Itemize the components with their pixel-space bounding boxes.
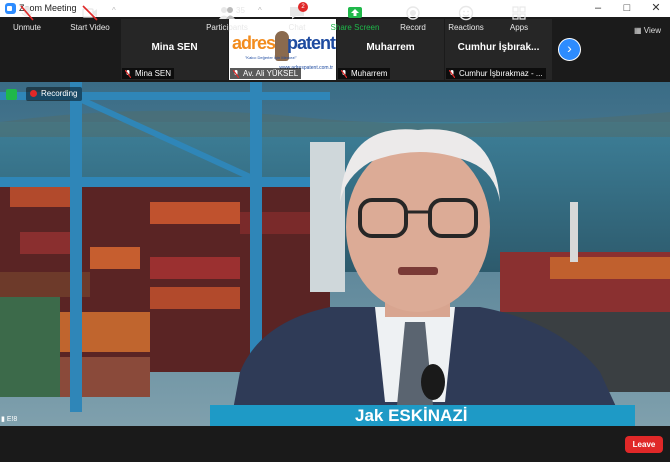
participant-label: Cumhur İşbırakmaz - ... [446,68,546,79]
chat-button[interactable]: Chat [278,3,316,35]
grid-icon: ▦ [634,26,642,35]
share-screen-button[interactable]: Share Screen [328,3,382,35]
participants-count: 35 [236,6,245,15]
video-options-caret[interactable]: ^ [112,6,116,15]
unmute-button[interactable]: Unmute [2,3,52,35]
muted-mic-icon [125,70,131,78]
share-screen-icon [348,7,362,18]
meeting-toolbar [0,426,670,462]
participant-display-name: Mina SEN [151,42,198,53]
muted-mic-icon [20,5,34,21]
reactions-button[interactable]: Reactions [444,3,488,35]
muted-mic-icon [233,70,239,78]
participant-display-name: Cumhur İşbırak... [457,42,540,53]
logo-subtitle: "Kalıcı Değerler İçin Merkez!" [245,55,297,60]
record-dot-icon [30,90,37,97]
participant-label: Mina SEN [122,68,175,79]
muted-mic-icon [341,70,347,78]
logo-word-patent: patent [287,33,336,53]
apps-icon [512,6,526,20]
chat-unread-badge: 2 [298,2,308,12]
speaker-video-frame [0,82,670,426]
apps-button[interactable]: Apps [502,3,536,35]
maximize-button[interactable]: □ [613,0,641,17]
recording-indicator[interactable]: Recording [26,87,83,101]
participant-display-name: Muharrem [366,42,415,53]
active-speaker-video: Recording Jak ESKİNAZİ ▮ E!8 [0,82,670,426]
minimize-button[interactable]: – [584,0,612,17]
speaker-name: Jak ESKİNAZİ [355,406,468,425]
leave-button[interactable]: Leave [625,436,663,453]
record-button[interactable]: Record [394,3,432,35]
logo-word-adres: adres [232,33,276,53]
next-page-button[interactable]: › [558,38,581,61]
participant-label: Av. Ali YÜKSEL [230,68,302,79]
participants-options-caret[interactable]: ^ [258,6,262,15]
participant-label: Muharrem [338,68,391,79]
close-button[interactable]: ✕ [642,0,670,17]
signal-icon: ▮ [1,416,5,423]
video-off-icon [82,5,98,21]
participants-icon [219,7,235,19]
network-label: ▮ E!8 [1,416,18,423]
start-video-button[interactable]: Start Video [64,3,116,35]
view-button[interactable]: ▦ View [634,26,661,35]
smiley-icon [458,5,474,21]
muted-mic-icon [449,70,455,78]
audio-options-caret[interactable]: ^ [47,6,51,15]
record-icon [406,6,420,20]
encryption-shield-icon[interactable] [6,89,17,100]
